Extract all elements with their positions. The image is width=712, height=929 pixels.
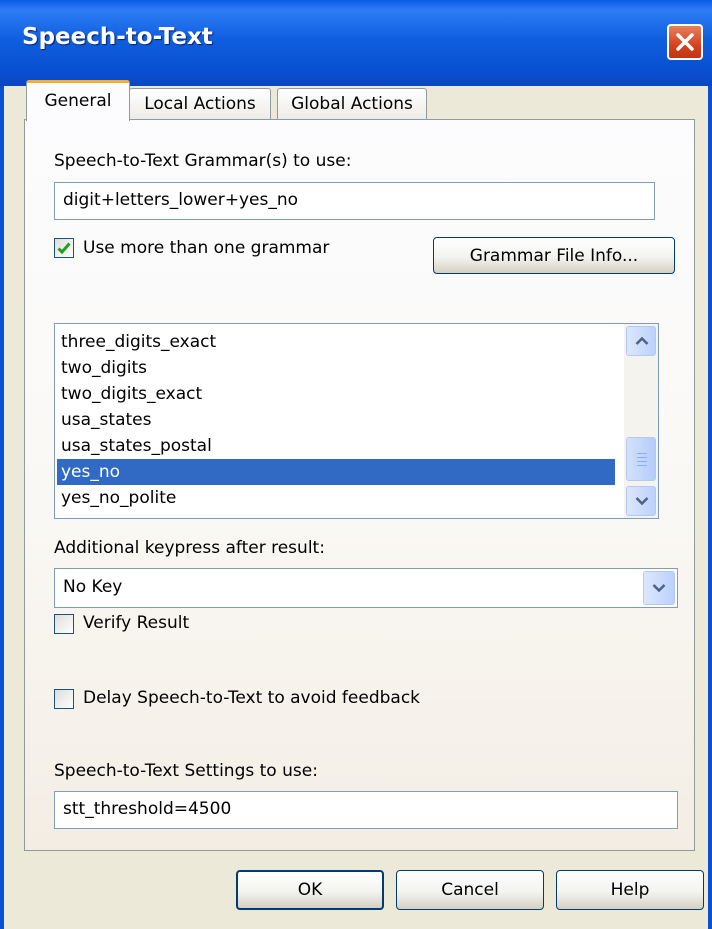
tab-local-actions[interactable]: Local Actions: [129, 88, 271, 120]
tab-label: General: [44, 91, 112, 111]
list-item[interactable]: yes_no_polite: [57, 485, 615, 511]
verify-result-label[interactable]: Verify Result: [83, 613, 189, 633]
grammar-list-scrollbar[interactable]: [624, 324, 658, 518]
checkmark-icon: [57, 242, 71, 255]
cancel-button[interactable]: Cancel: [396, 870, 544, 910]
window-border-left: [0, 86, 4, 929]
close-button[interactable]: [667, 24, 703, 60]
thumb-grip: [637, 457, 647, 458]
keypress-selected-value: No Key: [63, 577, 123, 597]
grammar-input[interactable]: digit+letters_lower+yes_no: [54, 182, 655, 220]
close-icon: [676, 33, 694, 51]
chevron-up-icon: [635, 336, 649, 345]
list-item[interactable]: two_digits_exact: [57, 381, 615, 407]
title-bar[interactable]: Speech-to-Text: [0, 0, 712, 86]
speech-to-text-dialog: Speech-to-Text Local Actions Global Acti…: [0, 0, 712, 929]
list-item[interactable]: two_digits: [57, 355, 615, 381]
use-more-than-one-grammar-label[interactable]: Use more than one grammar: [83, 238, 329, 258]
window-border-right: [708, 86, 712, 929]
tab-general[interactable]: General: [26, 80, 130, 121]
delay-speech-checkbox[interactable]: [54, 689, 74, 709]
dropdown-button[interactable]: [643, 571, 675, 605]
keypress-dropdown[interactable]: No Key: [54, 568, 678, 608]
chevron-down-icon: [635, 497, 649, 506]
verify-result-checkbox[interactable]: [54, 614, 74, 634]
list-item[interactable]: usa_states: [57, 407, 615, 433]
thumb-grip: [637, 461, 647, 462]
scroll-up-button[interactable]: [626, 326, 656, 356]
grammar-list[interactable]: three_digits_exact two_digits two_digits…: [54, 323, 659, 519]
keypress-label: Additional keypress after result:: [54, 538, 325, 558]
scroll-down-button[interactable]: [626, 486, 656, 516]
chevron-down-icon: [652, 584, 666, 593]
list-item[interactable]: three_digits_exact: [57, 329, 615, 355]
delay-speech-label[interactable]: Delay Speech-to-Text to avoid feedback: [83, 688, 420, 708]
list-item[interactable]: usa_states_postal: [57, 433, 615, 459]
use-more-than-one-grammar-checkbox[interactable]: [54, 238, 74, 258]
window-title: Speech-to-Text: [22, 24, 213, 50]
tab-global-actions[interactable]: Global Actions: [277, 88, 427, 120]
grammar-file-info-button[interactable]: Grammar File Info...: [433, 237, 675, 274]
list-item-selected[interactable]: yes_no: [57, 459, 615, 485]
settings-input[interactable]: stt_threshold=4500: [54, 791, 678, 829]
tab-label: Local Actions: [144, 94, 256, 114]
settings-label: Speech-to-Text Settings to use:: [54, 761, 318, 781]
thumb-grip: [637, 465, 647, 466]
grammar-label: Speech-to-Text Grammar(s) to use:: [54, 151, 352, 171]
ok-button[interactable]: OK: [236, 870, 384, 910]
help-button[interactable]: Help: [556, 870, 704, 910]
tab-label: Global Actions: [291, 94, 413, 114]
thumb-grip: [637, 453, 647, 454]
scrollbar-thumb[interactable]: [626, 437, 656, 481]
